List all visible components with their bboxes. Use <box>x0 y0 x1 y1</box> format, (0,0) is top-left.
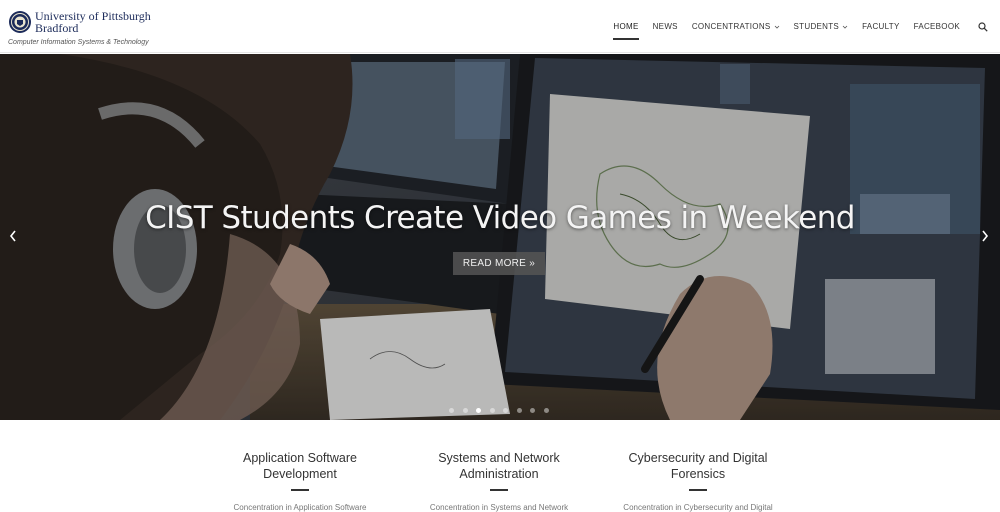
concentration-title-line2: Forensics <box>670 467 726 481</box>
concentration-title-line1: Cybersecurity and Digital <box>628 451 768 465</box>
concentration-description: Concentration in Application Software <box>233 503 367 512</box>
hero-title: CIST Students Create Video Games in Week… <box>145 200 855 236</box>
logo-title-line2: Bradford <box>35 21 79 35</box>
nav-students[interactable]: STUDENTS <box>794 22 849 31</box>
search-icon[interactable] <box>978 21 988 32</box>
title-divider <box>689 489 707 491</box>
chevron-left-icon[interactable] <box>7 228 19 244</box>
nav-faculty-label: FACULTY <box>862 22 900 31</box>
logo-title: University of Pittsburgh Bradford <box>35 10 151 34</box>
nav-students-label: STUDENTS <box>793 22 840 31</box>
hero-slider: CIST Students Create Video Games in Week… <box>0 54 1000 420</box>
chevron-down-icon <box>774 25 779 29</box>
nav-facebook-label: FACEBOOK <box>913 22 960 31</box>
concentration-title-line1: Systems and Network <box>438 451 560 465</box>
concentrations-section: Application Software Development Concent… <box>0 420 1000 512</box>
slide-dot-8[interactable] <box>543 408 549 413</box>
slide-dot-1[interactable] <box>449 408 454 413</box>
slide-dot-4[interactable] <box>489 408 495 413</box>
nav-home[interactable]: HOME <box>613 22 639 40</box>
nav-faculty[interactable]: FACULTY <box>862 22 900 31</box>
concentration-title: Application Software Development <box>200 450 400 482</box>
concentration-description: Concentration in Systems and Network <box>429 503 569 512</box>
nav-concentrations-label: CONCENTRATIONS <box>691 22 771 31</box>
concentration-title-line1: Application Software <box>243 451 357 465</box>
hero-background-image <box>0 54 1000 420</box>
slider-pagination <box>449 408 557 413</box>
nav-concentrations[interactable]: CONCENTRATIONS <box>692 22 780 31</box>
slide-dot-2[interactable] <box>462 408 468 413</box>
title-divider <box>291 489 309 491</box>
concentration-card[interactable]: Application Software Development Concent… <box>200 450 400 512</box>
concentration-title-line2: Development <box>263 467 337 481</box>
slide-dot-6[interactable] <box>516 408 522 413</box>
slide-dot-5[interactable] <box>503 408 508 413</box>
nav-facebook[interactable]: FACEBOOK <box>914 22 960 31</box>
chevron-down-icon <box>842 25 848 29</box>
logo-subtitle: Computer Information Systems & Technolog… <box>8 39 149 46</box>
concentration-card[interactable]: Systems and Network Administration Conce… <box>399 450 599 512</box>
site-header: University of Pittsburgh Bradford Comput… <box>0 0 1000 53</box>
main-nav: HOME NEWS CONCENTRATIONS STUDENTS FACULT… <box>599 0 988 53</box>
slide-dot-7[interactable] <box>530 408 535 413</box>
nav-home-label: HOME <box>613 22 639 31</box>
read-more-button[interactable]: READ MORE » <box>453 252 545 275</box>
concentration-title: Cybersecurity and Digital Forensics <box>598 450 798 482</box>
concentration-card[interactable]: Cybersecurity and Digital Forensics Conc… <box>598 450 798 512</box>
nav-news[interactable]: NEWS <box>653 22 678 31</box>
concentration-title-line2: Administration <box>459 467 539 481</box>
chevron-right-icon[interactable] <box>979 228 991 244</box>
title-divider <box>490 489 508 491</box>
university-seal-icon <box>9 11 31 33</box>
concentration-description: Concentration in Cybersecurity and Digit… <box>623 503 773 512</box>
concentration-title: Systems and Network Administration <box>399 450 599 482</box>
slide-dot-3[interactable] <box>476 408 481 413</box>
nav-news-label: NEWS <box>652 22 678 31</box>
